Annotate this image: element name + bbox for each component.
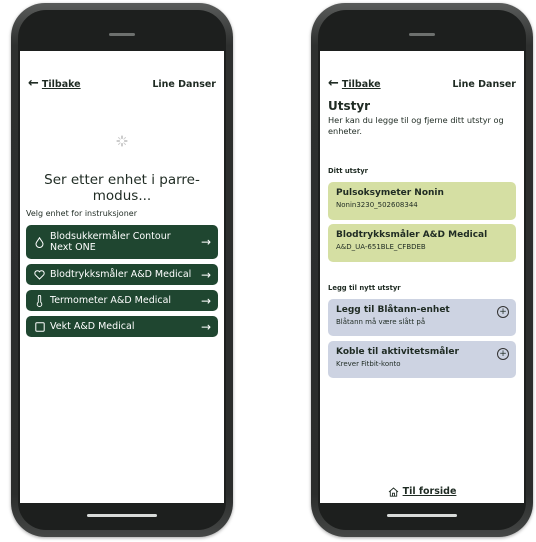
device-label: Blodtrykksmåler A&D Medical [50,269,192,280]
arrow-right-icon: → [200,235,211,249]
device-label-line1: Blodsukkermåler Contour [50,231,171,242]
equipment-screen: ← Tilbake Line Danser Utstyr Her kan du … [320,51,524,503]
device-button-scale[interactable]: Vekt A&D Medical → [26,316,218,337]
device-button-blood-pressure[interactable]: Blodtrykksmåler A&D Medical → [26,264,218,285]
back-link[interactable]: ← Tilbake [328,76,381,91]
device-list: Blodsukkermåler Contour Next ONE → Blodt… [26,225,218,342]
option-title: Koble til aktivitetsmåler [336,347,459,357]
arrow-right-icon: → [200,319,211,334]
phone-right: ← Tilbake Line Danser Utstyr Her kan du … [311,3,533,537]
scale-icon [33,321,46,332]
home-indicator [387,514,457,517]
instructions-label: Velg enhet for instruksjoner [26,209,137,218]
device-button-blood-sugar[interactable]: Blodsukkermåler Contour Next ONE → [26,225,218,259]
device-label: Blodsukkermåler Contour Next ONE [46,231,201,253]
heart-icon [33,269,46,280]
connect-activity-tracker-card[interactable]: Koble til aktivitetsmåler Krever Fitbit-… [328,341,516,378]
device-button-thermometer[interactable]: Termometer A&D Medical → [26,290,218,311]
user-name: Line Danser [452,78,516,90]
user-name: Line Danser [152,78,216,90]
plus-circle-icon: + [497,348,509,360]
thermometer-icon [33,294,46,307]
phone-left: ← Tilbake Line Danser Ser etter enhet i … [11,3,233,537]
option-subtitle: Blåtann må være slått på [336,318,426,326]
device-label-line2: Next ONE [50,242,96,253]
drop-icon [33,236,46,248]
owned-device-card[interactable]: Blodtrykksmåler A&D Medical A&D_UA-651BL… [328,224,516,262]
loading-spinner-icon [116,135,128,147]
top-bar: ← Tilbake Line Danser [28,77,216,91]
device-id: Nonin3230_502608344 [336,201,418,209]
arrow-right-icon: → [200,293,211,308]
device-title: Blodtrykksmåler A&D Medical [336,230,488,240]
arrow-right-icon: → [200,267,211,282]
add-equipment-label: Legg til nytt utstyr [328,284,401,292]
option-title: Legg til Blåtann-enhet [336,305,450,315]
device-label: Vekt A&D Medical [50,321,135,332]
home-indicator [87,514,157,517]
back-label: Tilbake [41,78,81,90]
option-subtitle: Krever Fitbit-konto [336,360,401,368]
back-link[interactable]: ← Tilbake [28,76,81,91]
device-title: Pulsoksymeter Nonin [336,188,444,198]
home-link[interactable]: Til forside [320,486,524,497]
owned-device-card[interactable]: Pulsoksymeter Nonin Nonin3230_502608344 [328,182,516,220]
pairing-screen: ← Tilbake Line Danser Ser etter enhet i … [20,51,224,503]
phone-speaker [409,33,435,36]
pairing-status-text: Ser etter enhet i parre-modus... [44,172,200,204]
home-icon [388,486,398,497]
back-label: Tilbake [341,78,381,90]
back-arrow-icon: ← [328,76,339,91]
device-id: A&D_UA-651BLE_CFBDEB [336,243,426,251]
add-bluetooth-card[interactable]: Legg til Blåtann-enhet Blåtann må være s… [328,299,516,336]
top-bar: ← Tilbake Line Danser [328,77,516,91]
device-label: Termometer A&D Medical [50,295,172,306]
back-arrow-icon: ← [28,76,39,91]
plus-circle-icon: + [497,306,509,318]
page-title: Utstyr [328,99,371,113]
page-description: Her kan du legge til og fjerne ditt utst… [328,115,504,136]
phone-speaker [109,33,135,36]
home-link-label: Til forside [402,486,457,497]
owned-equipment-label: Ditt utstyr [328,167,369,175]
